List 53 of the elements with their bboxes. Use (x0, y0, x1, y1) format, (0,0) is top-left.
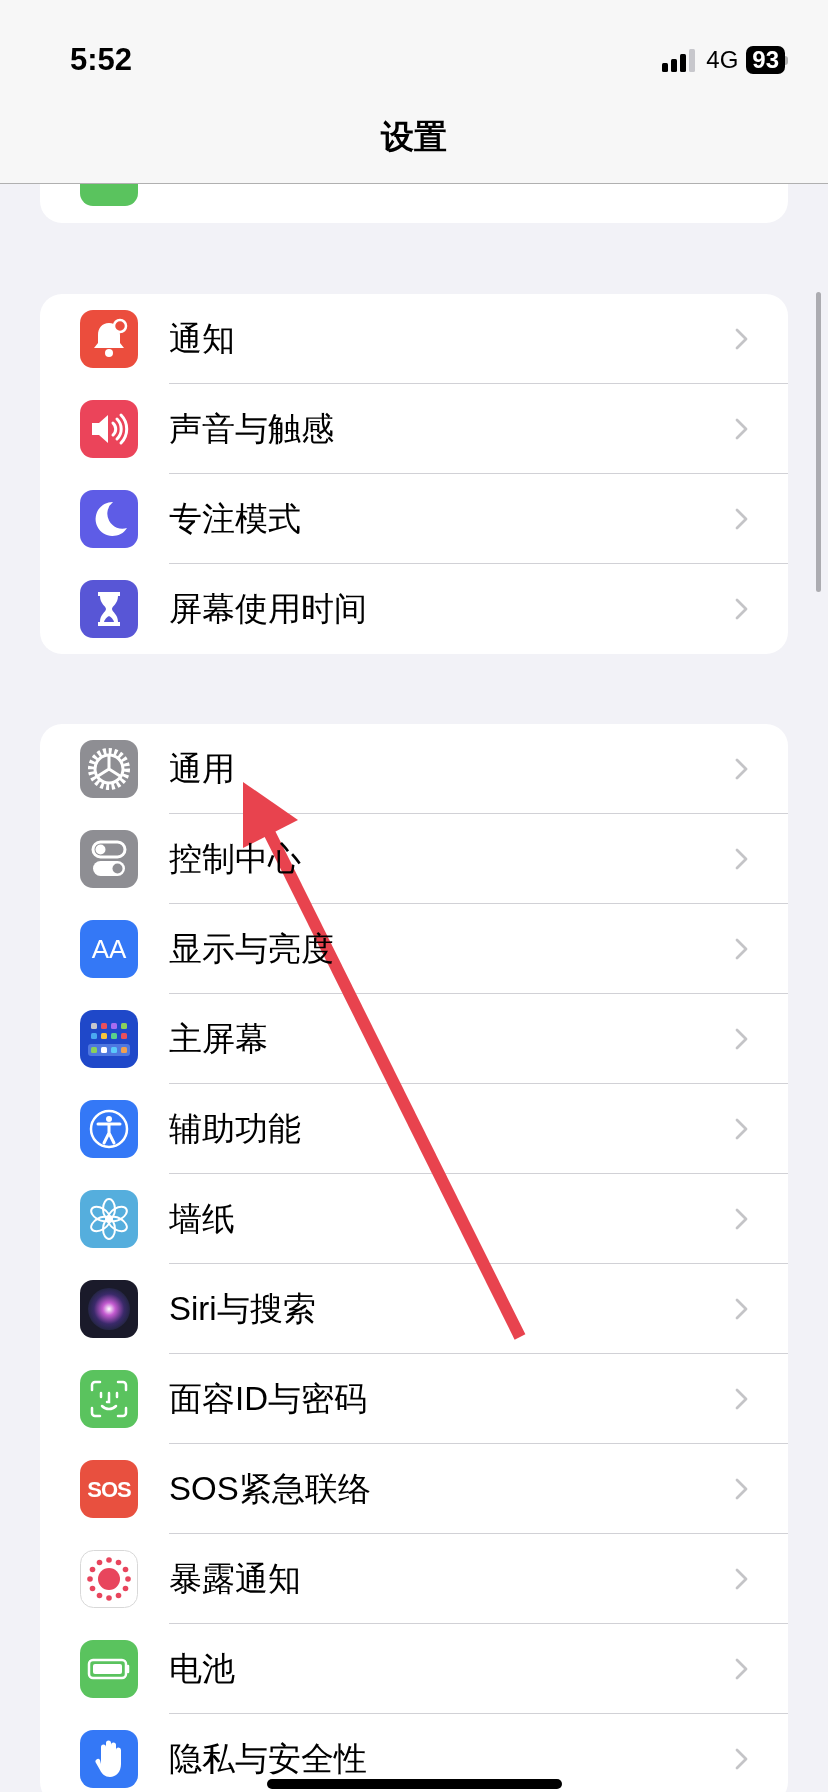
chevron-icon (735, 507, 748, 530)
chevron-icon (735, 327, 748, 350)
settings-item[interactable]: 面容ID与密码 (169, 1373, 735, 1424)
orb-icon (80, 1280, 138, 1338)
chevron-icon (735, 1477, 748, 1500)
home-grid-icon (80, 1010, 138, 1068)
settings-item[interactable]: 通知 (169, 313, 735, 364)
face-scan-icon (80, 1370, 138, 1428)
moon-icon (80, 490, 138, 548)
sos-icon (80, 1460, 138, 1518)
page-title: 设置 (381, 117, 447, 157)
accessibility-icon (80, 1100, 138, 1158)
chevron-icon (735, 937, 748, 960)
chevron-icon (735, 1207, 748, 1230)
chevron-icon (735, 1297, 748, 1320)
settings-item[interactable]: 专注模式 (169, 493, 735, 544)
settings-item[interactable]: 电池 (169, 1643, 735, 1694)
status-time: 5:52 (70, 40, 133, 79)
settings-item[interactable]: 辅助功能 (169, 1103, 735, 1154)
icon-label: SOS (87, 1475, 131, 1504)
gear-icon (80, 740, 138, 798)
settings-item[interactable]: SOS紧急联络 (169, 1463, 735, 1514)
settings-item[interactable]: Siri与搜索 (169, 1283, 735, 1334)
display-icon (80, 920, 138, 978)
chevron-icon (735, 847, 748, 870)
chevron-icon (735, 1657, 748, 1680)
settings-item[interactable]: 主屏幕 (169, 1013, 735, 1064)
settings-item[interactable]: 隐私与安全性 (169, 1734, 735, 1784)
flower-icon (80, 1190, 138, 1248)
chevron-icon (735, 598, 748, 620)
bell-icon (80, 310, 138, 368)
settings-item[interactable]: 声音与触感 (169, 403, 735, 454)
chevron-icon (735, 1748, 748, 1770)
battery-level: 93 (746, 46, 785, 74)
settings-item[interactable]: 屏幕使用时间 (169, 584, 735, 634)
speaker-icon (80, 400, 138, 458)
battery-icon (80, 1640, 138, 1698)
chevron-icon (735, 417, 748, 440)
dot-ring-icon (80, 1550, 138, 1608)
chevron-icon (735, 1387, 748, 1410)
toggles-icon (80, 830, 138, 888)
hourglass-icon (80, 580, 138, 638)
hand-icon (80, 1730, 138, 1788)
chevron-icon (735, 757, 748, 780)
settings-item[interactable]: 墙纸 (169, 1193, 735, 1244)
settings-item[interactable]: 通用 (169, 743, 735, 794)
network-label: 4G (706, 45, 739, 75)
chevron-icon (735, 1117, 748, 1140)
app-icon (80, 184, 138, 206)
chevron-icon (735, 1027, 748, 1050)
chevron-icon (735, 1567, 748, 1590)
settings-item[interactable]: 暴露通知 (169, 1553, 735, 1604)
icon-label: AA (91, 932, 127, 966)
